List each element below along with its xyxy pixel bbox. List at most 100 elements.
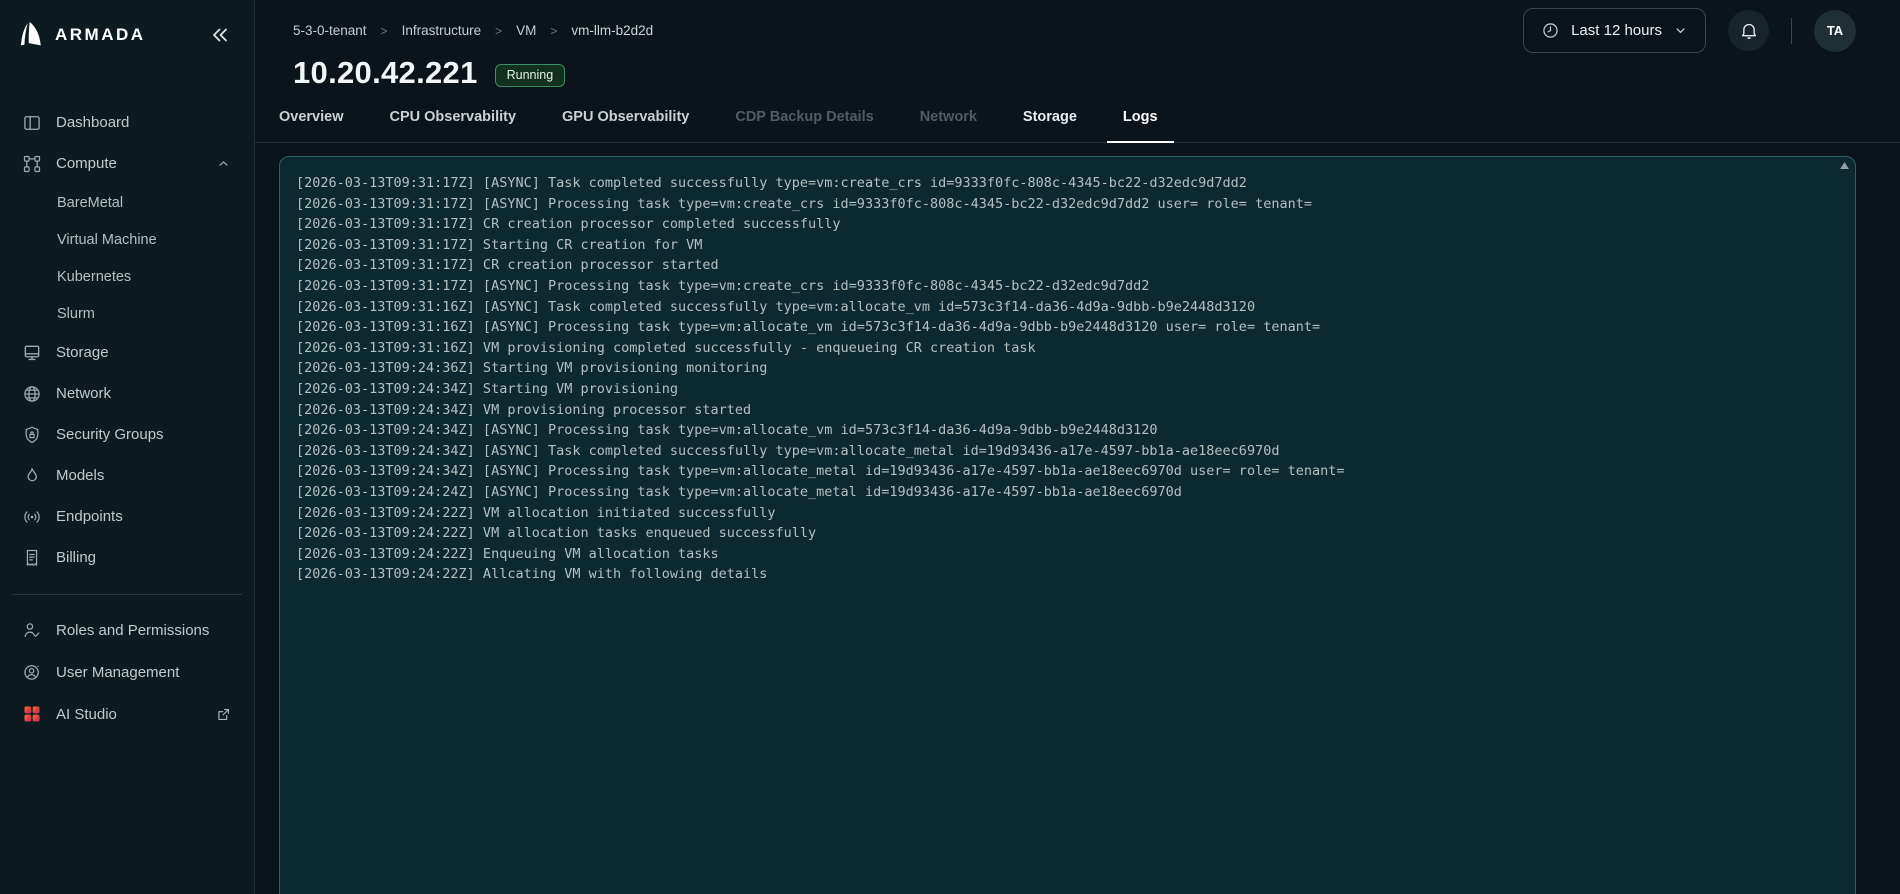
header-controls: Last 12 hours TA — [1523, 8, 1856, 53]
sidebar: ARMADA Dashboard Compute BareMetal Virtu… — [0, 0, 255, 894]
log-line: [2026-03-13T09:24:24Z] [ASYNC] Processin… — [296, 483, 1182, 500]
sidebar-item-network[interactable]: Network — [0, 373, 254, 414]
chevron-right-icon: > — [380, 23, 388, 38]
user-avatar[interactable]: TA — [1814, 9, 1856, 52]
chevron-right-icon: > — [495, 23, 503, 38]
sidebar-item-label: AI Studio — [56, 705, 117, 723]
armada-sail-icon — [16, 20, 46, 50]
storage-server-icon — [22, 343, 42, 363]
sidebar-item-storage[interactable]: Storage — [0, 332, 254, 373]
sidebar-item-virtual-machine[interactable]: Virtual Machine — [0, 221, 254, 258]
sidebar-item-label: Security Groups — [56, 426, 164, 443]
sidebar-item-label: Dashboard — [56, 114, 130, 131]
time-range-dropdown[interactable]: Last 12 hours — [1523, 8, 1706, 53]
sidebar-subitem-label: Kubernetes — [57, 268, 132, 285]
log-line: [2026-03-13T09:24:34Z] [ASYNC] Processin… — [296, 422, 1158, 439]
sidebar-header: ARMADA — [0, 14, 254, 56]
sidebar-item-security-groups[interactable]: Security Groups — [0, 414, 254, 455]
log-line: [2026-03-13T09:24:22Z] VM allocation ini… — [296, 504, 776, 521]
log-line: [2026-03-13T09:24:34Z] Starting VM provi… — [296, 380, 679, 397]
sidebar-item-dashboard[interactable]: Dashboard — [0, 102, 254, 143]
sidebar-item-compute[interactable]: Compute — [0, 143, 254, 184]
brand-logo: ARMADA — [16, 20, 146, 50]
log-viewer[interactable]: [2026-03-13T09:31:17Z] [ASYNC] Task comp… — [279, 156, 1856, 894]
breadcrumb-tenant[interactable]: 5-3-0-tenant — [293, 23, 367, 38]
tab-storage[interactable]: Storage — [1007, 97, 1093, 142]
sidebar-item-models[interactable]: Models — [0, 455, 254, 496]
user-circle-icon — [22, 662, 42, 682]
clock-icon — [1541, 21, 1560, 40]
log-line: [2026-03-13T09:24:36Z] Starting VM provi… — [296, 360, 768, 377]
log-line: [2026-03-13T09:24:34Z] [ASYNC] Task comp… — [296, 442, 1280, 459]
sidebar-subitem-label: Virtual Machine — [57, 231, 157, 248]
sidebar-subitem-label: Slurm — [57, 305, 95, 322]
sidebar-item-label: Endpoints — [56, 508, 123, 525]
sidebar-item-label: Billing — [56, 549, 97, 566]
title-row: 10.20.42.221 Running — [279, 55, 1856, 91]
log-line: [2026-03-13T09:31:16Z] [ASYNC] Task comp… — [296, 298, 1256, 315]
dashboard-panel-icon — [22, 113, 42, 133]
compute-nodes-icon — [22, 154, 42, 174]
page-title: 10.20.42.221 — [293, 55, 478, 90]
sidebar-item-label: Storage — [56, 344, 109, 361]
log-line: [2026-03-13T09:31:17Z] CR creation proce… — [296, 257, 719, 274]
sidebar-item-baremetal[interactable]: BareMetal — [0, 184, 254, 221]
tab-network: Network — [919, 109, 977, 125]
log-line: [2026-03-13T09:24:34Z] VM provisioning p… — [296, 401, 752, 418]
time-range-value: Last 12 hours — [1571, 22, 1662, 39]
chevron-right-icon: > — [550, 23, 558, 38]
tab-gpu-observability[interactable]: GPU Observability — [546, 97, 705, 142]
main-content: 5-3-0-tenant > Infrastructure > VM > vm-… — [255, 0, 1900, 894]
log-line: [2026-03-13T09:24:22Z] Allcating VM with… — [296, 566, 768, 583]
log-line: [2026-03-13T09:31:17Z] [ASYNC] Processin… — [296, 195, 1312, 212]
sidebar-nav: Dashboard Compute BareMetal Virtual Mach… — [0, 102, 254, 735]
sidebar-divider — [12, 594, 242, 595]
notifications-button[interactable] — [1728, 10, 1769, 51]
log-line: [2026-03-13T09:31:17Z] [ASYNC] Task comp… — [296, 175, 1247, 191]
breadcrumb-infrastructure[interactable]: Infrastructure — [402, 23, 482, 38]
log-line: [2026-03-13T09:31:16Z] [ASYNC] Processin… — [296, 319, 1321, 336]
sidebar-item-slurm[interactable]: Slurm — [0, 295, 254, 332]
sidebar-item-label: Compute — [56, 155, 117, 172]
breadcrumb-vm-name[interactable]: vm-llm-b2d2d — [571, 23, 653, 38]
sidebar-item-label: Roles and Permissions — [56, 621, 210, 639]
grid-gradient-icon — [22, 704, 42, 724]
tab-bar: Overview CPU Observability GPU Observabi… — [255, 97, 1900, 143]
tab-cdp-backup-details: CDP Backup Details — [735, 109, 874, 125]
sidebar-collapse-icon[interactable] — [208, 23, 232, 47]
status-badge: Running — [494, 63, 566, 87]
log-line: [2026-03-13T09:31:16Z] VM provisioning c… — [296, 339, 1036, 356]
sidebar-item-roles-permissions[interactable]: Roles and Permissions — [0, 609, 254, 651]
scroll-up-icon[interactable] — [1840, 162, 1849, 169]
tab-logs[interactable]: Logs — [1106, 97, 1174, 143]
brand-name: ARMADA — [55, 25, 146, 44]
tab-overview[interactable]: Overview — [263, 97, 360, 142]
user-check-icon — [22, 620, 42, 640]
sidebar-item-label: Network — [56, 385, 112, 402]
header-divider — [1791, 17, 1792, 44]
globe-icon — [22, 384, 42, 404]
top-bar: 5-3-0-tenant > Infrastructure > VM > vm-… — [279, 0, 1856, 53]
log-line: [2026-03-13T09:31:17Z] CR creation proce… — [296, 216, 841, 233]
flame-icon — [22, 466, 42, 486]
log-line: [2026-03-13T09:24:34Z] [ASYNC] Processin… — [296, 463, 1345, 480]
avatar-initials: TA — [1826, 23, 1844, 38]
sidebar-item-ai-studio[interactable]: AI Studio — [0, 693, 254, 735]
sidebar-item-billing[interactable]: Billing — [0, 537, 254, 578]
sidebar-item-label: Models — [56, 467, 105, 484]
log-line: [2026-03-13T09:31:17Z] Starting CR creat… — [296, 236, 703, 253]
sidebar-subitem-label: BareMetal — [57, 194, 124, 211]
chevron-up-icon — [216, 154, 232, 174]
log-line: [2026-03-13T09:24:22Z] VM allocation tas… — [296, 525, 817, 542]
breadcrumb-vm[interactable]: VM — [516, 23, 536, 38]
tab-cpu-observability[interactable]: CPU Observability — [374, 97, 533, 142]
chevron-down-icon — [1673, 23, 1688, 38]
breadcrumb: 5-3-0-tenant > Infrastructure > VM > vm-… — [293, 23, 653, 38]
log-line: [2026-03-13T09:31:17Z] [ASYNC] Processin… — [296, 277, 1150, 294]
log-line: [2026-03-13T09:24:22Z] Enqueuing VM allo… — [296, 545, 719, 562]
broadcast-icon — [22, 507, 42, 527]
sidebar-item-user-management[interactable]: User Management — [0, 651, 254, 693]
bell-icon — [1739, 21, 1759, 41]
sidebar-item-endpoints[interactable]: Endpoints — [0, 496, 254, 537]
sidebar-item-kubernetes[interactable]: Kubernetes — [0, 258, 254, 295]
